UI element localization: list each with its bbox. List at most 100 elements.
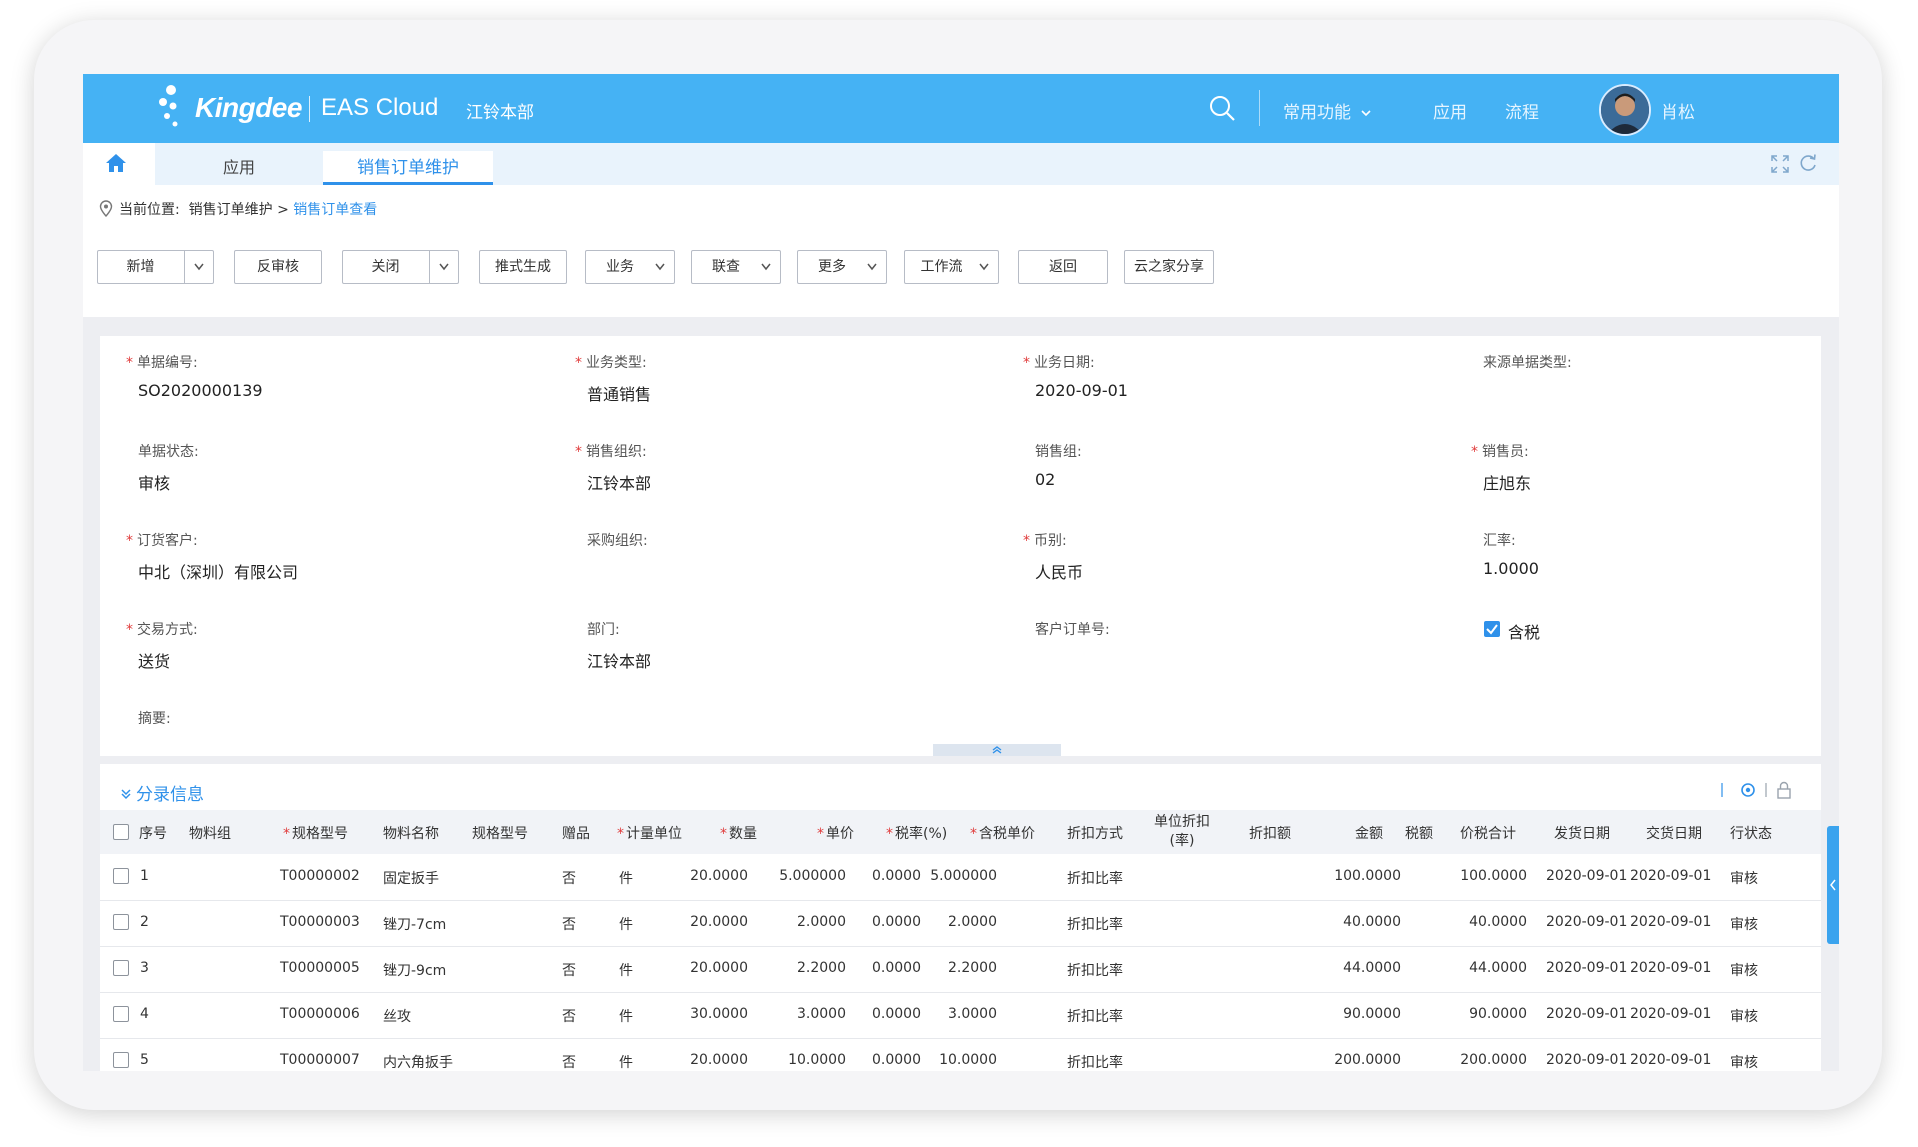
lock-icon[interactable] — [1777, 781, 1791, 799]
cell-ship-date[interactable]: 2020-09-01 — [1546, 960, 1627, 976]
col-price[interactable]: * 单价 — [817, 823, 854, 843]
cell-qty[interactable]: 20.0000 — [638, 914, 748, 930]
row-checkbox[interactable] — [113, 1006, 129, 1022]
cell-gift[interactable]: 否 — [562, 868, 576, 888]
flow-link[interactable]: 流程 — [1505, 98, 1539, 123]
cell-name[interactable]: 丝攻 — [383, 1006, 411, 1026]
col-material-group[interactable]: 物料组 — [189, 823, 231, 843]
cell-disc-mode[interactable]: 折扣比率 — [1067, 868, 1123, 888]
cell-disc-mode[interactable]: 折扣比率 — [1067, 1006, 1123, 1026]
table-row[interactable]: 4 T00000006 丝攻否件 30.0000 3.0000 0.0000 3.0000 折… — [100, 992, 1821, 1039]
cell-disc-mode[interactable]: 折扣比率 — [1067, 914, 1123, 934]
unaudit-button[interactable]: 反审核 — [234, 250, 322, 284]
cell-unit[interactable]: 件 — [619, 960, 633, 980]
cell-row-status[interactable]: 审核 — [1730, 1006, 1758, 1026]
row-checkbox[interactable] — [113, 868, 129, 884]
bill-no-value[interactable]: SO2020000139 — [138, 381, 263, 400]
cell-total[interactable]: 90.0000 — [1417, 1006, 1527, 1022]
linked-query-button[interactable]: 联查 — [691, 250, 781, 284]
cell-seq[interactable]: 1 — [140, 868, 149, 884]
cell-qty[interactable]: 20.0000 — [638, 1052, 748, 1068]
col-gift[interactable]: 赠品 — [562, 823, 590, 843]
rate-value[interactable]: 1.0000 — [1483, 559, 1539, 578]
col-row-status[interactable]: 行状态 — [1730, 823, 1772, 843]
row-checkbox[interactable] — [113, 914, 129, 930]
user-name[interactable]: 肖松 — [1661, 98, 1695, 123]
cell-qty[interactable]: 20.0000 — [638, 868, 748, 884]
cell-row-status[interactable]: 审核 — [1730, 868, 1758, 888]
sale-org-value[interactable]: 江铃本部 — [587, 470, 651, 494]
add-dropdown-toggle[interactable] — [184, 251, 213, 283]
cell-spec[interactable]: T00000006 — [280, 1006, 360, 1022]
cell-row-status[interactable]: 审核 — [1730, 914, 1758, 934]
cell-tax-price[interactable]: 3.0000 — [887, 1006, 997, 1022]
cell-deliv-date[interactable]: 2020-09-01 — [1630, 1006, 1711, 1022]
cell-spec[interactable]: T00000005 — [280, 960, 360, 976]
cell-ship-date[interactable]: 2020-09-01 — [1546, 868, 1627, 884]
biz-date-value[interactable]: 2020-09-01 — [1035, 381, 1128, 400]
back-button[interactable]: 返回 — [1018, 250, 1108, 284]
table-row[interactable]: 5 T00000007 内六角扳手否件 20.0000 10.0000 0.0000 10.… — [100, 1038, 1821, 1071]
cell-qty[interactable]: 20.0000 — [638, 960, 748, 976]
cell-amount[interactable]: 44.0000 — [1291, 960, 1401, 976]
cell-gift[interactable]: 否 — [562, 1006, 576, 1026]
cell-unit[interactable]: 件 — [619, 868, 633, 888]
col-discount-mode[interactable]: 折扣方式 — [1067, 823, 1123, 843]
col-qty[interactable]: * 数量 — [720, 823, 757, 843]
col-seq[interactable]: 序号 — [139, 823, 167, 843]
business-menu-button[interactable]: 业务 — [585, 250, 675, 284]
currency-value[interactable]: 人民币 — [1035, 559, 1083, 583]
tab-apps[interactable]: 应用 — [223, 154, 255, 178]
cell-ship-date[interactable]: 2020-09-01 — [1546, 1006, 1627, 1022]
cell-amount[interactable]: 40.0000 — [1291, 914, 1401, 930]
share-button[interactable]: 云之家分享 — [1124, 250, 1214, 284]
cell-tax-price[interactable]: 10.0000 — [887, 1052, 997, 1068]
col-unit[interactable]: * 计量单位 — [617, 823, 682, 843]
cell-spec[interactable]: T00000007 — [280, 1052, 360, 1068]
cell-disc-mode[interactable]: 折扣比率 — [1067, 1052, 1123, 1071]
cell-deliv-date[interactable]: 2020-09-01 — [1630, 960, 1711, 976]
col-spec[interactable]: * 规格型号 — [283, 823, 348, 843]
more-button[interactable]: 更多 — [797, 250, 887, 284]
apps-link[interactable]: 应用 — [1433, 98, 1467, 123]
entry-section-title[interactable]: 分录信息 — [120, 780, 204, 805]
cell-seq[interactable]: 2 — [140, 914, 149, 930]
cell-row-status[interactable]: 审核 — [1730, 1052, 1758, 1071]
breadcrumb-parent[interactable]: 销售订单维护 — [189, 202, 273, 218]
close-dropdown-toggle[interactable] — [429, 251, 458, 283]
push-generate-button[interactable]: 推式生成 — [479, 250, 567, 284]
cell-total[interactable]: 100.0000 — [1417, 868, 1527, 884]
col-tax[interactable]: 税额 — [1405, 823, 1433, 843]
cell-total[interactable]: 40.0000 — [1417, 914, 1527, 930]
customer-value[interactable]: 中北（深圳）有限公司 — [138, 559, 298, 583]
dept-value[interactable]: 江铃本部 — [587, 648, 651, 672]
cell-tax-price[interactable]: 5.000000 — [887, 868, 997, 884]
cell-deliv-date[interactable]: 2020-09-01 — [1630, 1052, 1711, 1068]
col-amount[interactable]: 金额 — [1355, 823, 1383, 843]
cell-tax-price[interactable]: 2.2000 — [887, 960, 997, 976]
cell-unit[interactable]: 件 — [619, 1006, 633, 1026]
salesman-value[interactable]: 庄旭东 — [1483, 470, 1531, 494]
table-row[interactable]: 3 T00000005 锉刀-9cm 否件 20.0000 2.2000 0.0000 2.2… — [100, 946, 1821, 993]
sale-group-value[interactable]: 02 — [1035, 470, 1055, 489]
common-functions-menu[interactable]: 常用功能 — [1283, 98, 1371, 123]
tab-home[interactable] — [83, 143, 155, 185]
select-all-checkbox[interactable] — [113, 824, 129, 840]
col-spec-2[interactable]: 规格型号 — [472, 823, 528, 843]
org-name[interactable]: 江铃本部 — [466, 98, 534, 123]
col-material-name[interactable]: 物料名称 — [383, 823, 439, 843]
table-row[interactable]: 2 T00000003 锉刀-7cm 否件 20.0000 2.0000 0.0000 2.0… — [100, 900, 1821, 947]
side-panel-handle[interactable] — [1827, 826, 1839, 944]
refresh-icon[interactable] — [1798, 153, 1818, 173]
tax-included-checkbox[interactable] — [1484, 621, 1500, 637]
col-unit-discount[interactable]: 单位折扣 (率) — [1154, 813, 1210, 851]
col-discount-amount[interactable]: 折扣额 — [1249, 823, 1291, 843]
expand-icon[interactable] — [1771, 155, 1789, 173]
biz-type-value[interactable]: 普通销售 — [587, 381, 651, 405]
workflow-button[interactable]: 工作流 — [904, 250, 999, 284]
col-tax-price[interactable]: * 含税单价 — [970, 823, 1035, 843]
cell-unit[interactable]: 件 — [619, 914, 633, 934]
cell-name[interactable]: 锉刀-7cm — [383, 914, 446, 934]
add-button[interactable]: 新增 — [97, 250, 214, 284]
avatar[interactable] — [1599, 84, 1651, 136]
